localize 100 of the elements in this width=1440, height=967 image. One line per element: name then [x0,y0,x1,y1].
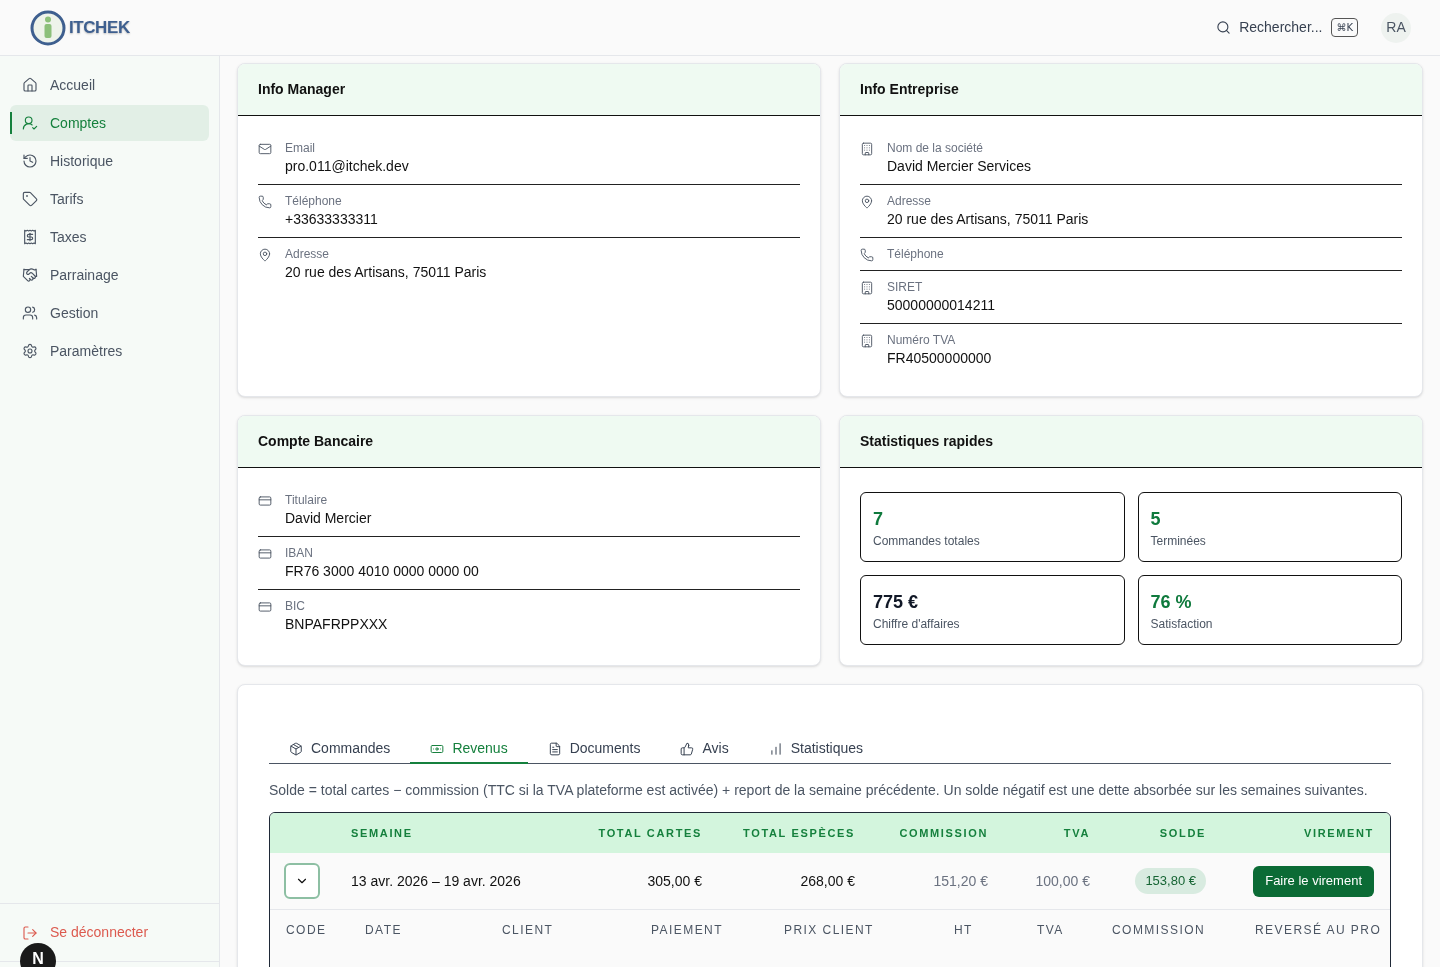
stat-label: Commandes totales [873,533,981,549]
tab[interactable]: Avis [660,735,749,764]
users-icon [22,305,38,321]
logout-button[interactable]: Se déconnecter [22,922,149,943]
building-icon [860,281,874,295]
transfer-button[interactable]: Faire le virement [1253,865,1374,897]
field-value: FR76 3000 4010 0000 0000 00 [285,562,479,581]
table-cell-text: 13 avr. 2026 – 19 avr. 2026 [350,871,522,891]
phone-icon [258,195,272,209]
nav-item[interactable]: Accueil [10,67,209,103]
thumbs-up-icon [680,741,695,756]
phone-icon [860,248,874,262]
nav-item[interactable]: Comptes [10,105,209,141]
card-icon [258,494,272,508]
column-header: TOTAL ESPÈCES [742,825,856,841]
field-label: Nom de la société [887,140,985,156]
document-icon [547,741,562,756]
field-label: Téléphone [887,246,944,262]
column-header: CODE [286,922,328,939]
column-header: SOLDE [1158,825,1207,841]
field-label: IBAN [285,545,314,561]
field-label: Titulaire [285,492,329,508]
package-icon [289,741,303,756]
field-value: David Mercier Services [887,157,1031,176]
map-pin-icon [860,195,874,209]
nav-item[interactable]: Tarifs [10,181,209,217]
column-header: SEMAINE [350,825,414,841]
logo-icon [30,9,66,46]
building-icon [860,142,874,156]
stat-value: 775 € [873,591,920,614]
column-header: PAIEMENT [651,922,724,939]
field-value: BNPAFRPPXXX [285,615,388,634]
stat-label: Satisfaction [1150,616,1214,632]
card-title: Statistiques rapides [860,432,994,451]
search-icon [1216,20,1232,35]
card-icon [258,600,272,614]
balance-badge: 153,80 € [1135,868,1206,894]
column-header: CLIENT [502,922,555,939]
map-pin-icon [258,248,272,262]
mail-icon [258,142,272,156]
logo-text: ITCHEK [69,16,130,39]
active-indicator [10,112,12,134]
table-cell-text: 268,00 € [799,871,856,891]
logout-icon [22,924,38,941]
field-value: FR40500000000 [887,349,992,368]
field-label: Adresse [285,246,331,262]
receipt-icon [22,229,38,245]
column-header: COMMISSION [1112,922,1207,939]
stat-value: 7 [873,508,884,531]
card-title: Info Manager [258,80,346,99]
column-header: VIREMENT [1302,825,1375,841]
table-cell-text: 100,00 € [1034,871,1091,891]
field-label: Téléphone [285,193,343,209]
avatar[interactable]: RA [1381,12,1411,43]
column-header: HT [954,922,974,939]
nav-item[interactable]: Gestion [10,295,209,331]
settings-icon [22,343,38,359]
field-value: 50000000014211 [887,296,995,315]
table-cell-text: 305,00 € [646,871,703,891]
field-label: BIC [285,598,306,614]
stat-value: 76 % [1150,591,1193,614]
stat-value: 5 [1150,508,1162,531]
home-icon [22,77,38,93]
field-label: Adresse [887,193,933,209]
nav-item[interactable]: Parrainage [10,257,209,293]
stat-label: Chiffre d'affaires [873,616,961,632]
field-label: Numéro TVA [887,332,957,348]
column-header: DATE [365,922,403,939]
tab[interactable]: Documents [527,735,661,764]
tab[interactable]: Commandes [269,735,411,764]
tab[interactable]: Revenus [410,735,528,764]
history-icon [22,153,38,169]
building-icon [860,334,874,348]
column-header: TVA [1062,825,1091,841]
field-value: +33633333311 [285,210,378,229]
column-header: COMMISSION [898,825,989,841]
bar-chart-icon [768,741,783,756]
expand-button[interactable] [284,863,320,899]
card-title: Compte Bancaire [258,432,374,451]
tab[interactable]: Statistiques [748,735,884,764]
column-header: TVA [1037,922,1065,939]
nav-item[interactable]: Paramètres [10,333,209,369]
field-value: 20 rue des Artisans, 75011 Paris [887,210,1089,229]
nav-item[interactable]: Historique [10,143,209,179]
column-header: PRIX CLIENT [784,922,875,939]
card-icon [258,547,272,561]
table-cell-text: 151,20 € [932,871,989,891]
nav-item[interactable]: Taxes [10,219,209,255]
column-header: TOTAL CARTES [597,825,703,841]
field-value: David Mercier [285,509,372,528]
field-value: 20 rue des Artisans, 75011 Paris [285,263,487,282]
card-title: Info Entreprise [860,80,959,99]
column-header: REVERSÉ AU PRO [1255,921,1383,939]
handshake-icon [22,267,38,283]
balance-note: Solde = total cartes − commission (TTC si la TVA plateforme est activée) + report de la semaine précédente. Un solde négatif est une dette absorbée sur les semaines suivantes. [269,781,1369,800]
field-label: SIRET [887,279,924,295]
search-button[interactable]: Rechercher... ⌘K [1216,17,1358,38]
user-check-icon [22,115,38,131]
field-value: pro.011@itchek.dev [285,157,409,176]
tag-icon [22,191,38,207]
